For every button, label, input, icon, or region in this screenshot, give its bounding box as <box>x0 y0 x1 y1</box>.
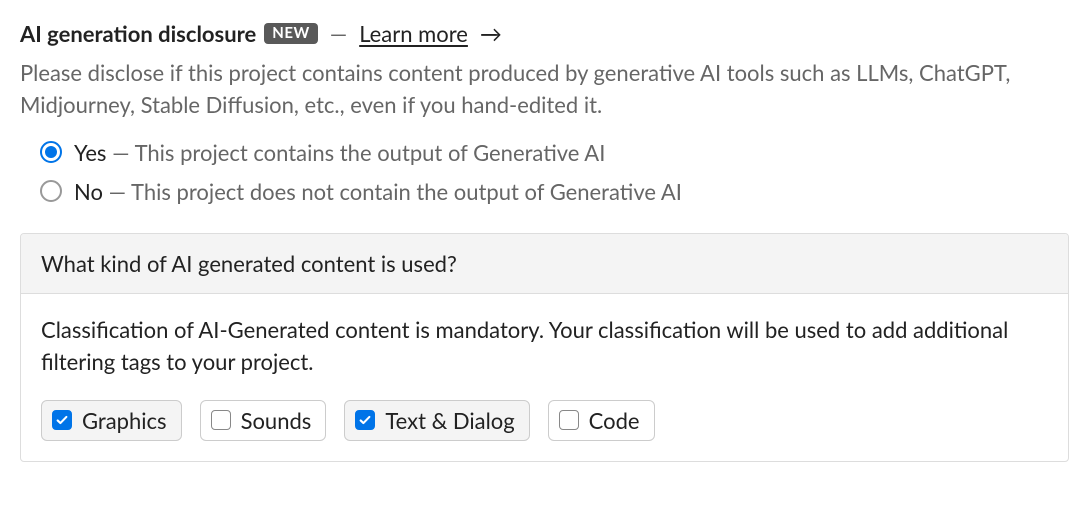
panel-description: Classification of AI-Generated content i… <box>41 314 1048 378</box>
arrow-right-icon: → <box>480 20 502 47</box>
radio-dash: — <box>112 139 129 166</box>
chip-label: Graphics <box>82 407 167 434</box>
radio-option-yes[interactable]: Yes — This project contains the output o… <box>40 139 1069 166</box>
content-kind-chips: Graphics Sounds Text & Dialog Code <box>41 400 1048 441</box>
checkbox-icon <box>559 410 579 430</box>
chip-label: Sounds <box>241 407 312 434</box>
chip-label: Text & Dialog <box>385 407 514 434</box>
chip-code[interactable]: Code <box>548 400 655 441</box>
radio-description: This project contains the output of Gene… <box>135 139 606 166</box>
checkbox-icon <box>355 410 375 430</box>
panel-body: Classification of AI-Generated content i… <box>21 294 1068 461</box>
section-description: Please disclose if this project contains… <box>20 57 1030 121</box>
learn-more-link[interactable]: Learn more <box>359 20 468 47</box>
radio-description: This project does not contain the output… <box>131 178 682 205</box>
disclosure-radio-group: Yes — This project contains the output o… <box>40 139 1069 205</box>
radio-icon <box>40 141 62 163</box>
section-header: AI generation disclosure NEW — Learn mor… <box>20 20 1069 47</box>
chip-text-dialog[interactable]: Text & Dialog <box>344 400 529 441</box>
radio-label: Yes <box>74 139 106 166</box>
section-title: AI generation disclosure <box>20 20 256 47</box>
chip-label: Code <box>589 407 640 434</box>
panel-header: What kind of AI generated content is use… <box>21 234 1068 294</box>
separator-dash: — <box>330 20 347 47</box>
checkbox-icon <box>211 410 231 430</box>
checkbox-icon <box>52 410 72 430</box>
chip-graphics[interactable]: Graphics <box>41 400 182 441</box>
content-kind-panel: What kind of AI generated content is use… <box>20 233 1069 462</box>
radio-dash: — <box>109 178 126 205</box>
new-badge: NEW <box>264 23 317 44</box>
radio-option-no[interactable]: No — This project does not contain the o… <box>40 178 1069 205</box>
radio-label: No <box>74 178 103 205</box>
radio-icon <box>40 180 62 202</box>
chip-sounds[interactable]: Sounds <box>200 400 327 441</box>
